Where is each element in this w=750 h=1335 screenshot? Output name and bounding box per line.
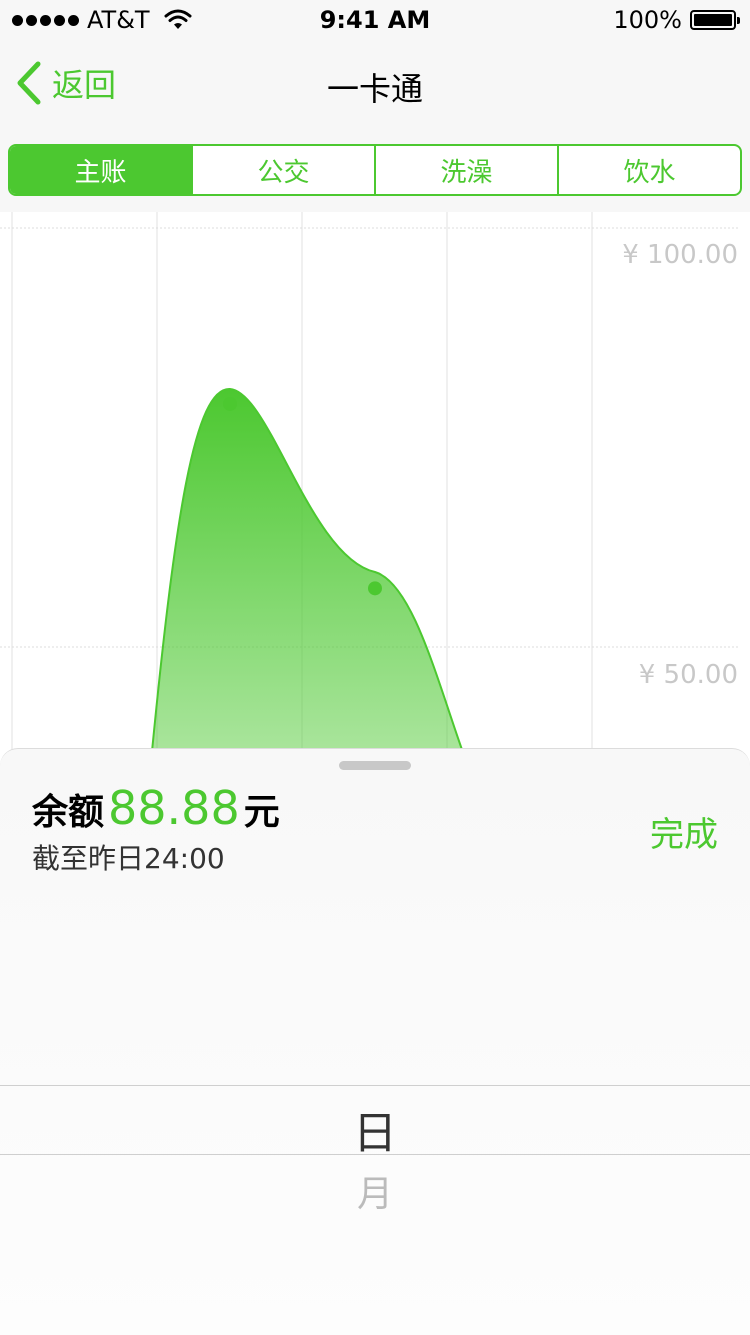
balance-label: 余额 [32, 792, 105, 833]
balance-note: 截至昨日24:00 [32, 842, 225, 875]
picker-option-month[interactable]: 月 [0, 1165, 750, 1217]
period-picker[interactable]: 日 月 [0, 1085, 750, 1335]
y-tick-label: ¥ 50.00 [638, 660, 738, 690]
y-tick-label: ¥ 100.00 [622, 240, 738, 270]
done-button[interactable]: 完成 [650, 807, 718, 856]
balance-unit: 元 [243, 792, 280, 833]
battery-percent: 100% [613, 6, 682, 34]
data-point [368, 581, 382, 596]
tab-shower[interactable]: 洗澡 [374, 146, 557, 194]
battery-icon [690, 10, 740, 30]
tab-water[interactable]: 饮水 [557, 146, 740, 194]
tab-bus[interactable]: 公交 [191, 146, 374, 194]
balance-value: 88.88 [108, 781, 240, 835]
balance-area [148, 387, 472, 772]
sheet-drag-handle[interactable] [339, 761, 411, 770]
status-right: 100% [613, 6, 740, 34]
balance-summary: 余额 88.88 元 [32, 781, 280, 835]
chart-svg [0, 212, 738, 772]
data-point [223, 396, 237, 411]
account-segmented-control: 主账 公交 洗澡 饮水 [8, 144, 742, 196]
page-title: 一卡通 [326, 70, 423, 108]
status-bar: AT&T 9:41 AM 100% [0, 0, 750, 40]
balance-sheet: 余额 88.88 元 截至昨日24:00 完成 日 月 [0, 748, 750, 1335]
navigation-bar: 返回 一卡通 [0, 40, 750, 128]
picker-divider [0, 1085, 750, 1086]
picker-option-day[interactable]: 日 [0, 1097, 750, 1161]
balance-chart: ¥ 100.00 ¥ 50.00 [0, 212, 750, 772]
tab-main-account[interactable]: 主账 [10, 146, 191, 194]
